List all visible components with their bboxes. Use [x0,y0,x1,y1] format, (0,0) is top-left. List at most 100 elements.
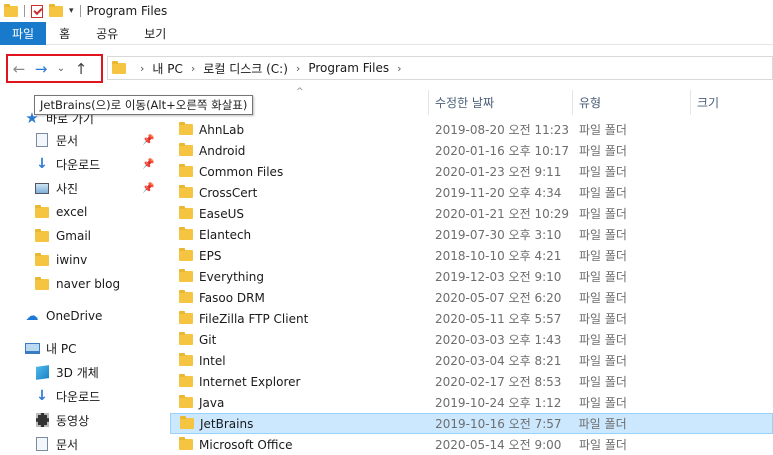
folder-icon [35,276,49,290]
sidebar-item-label: 3D 개체 [56,365,99,380]
file-row[interactable]: Common Files 2020-01-23 오전 9:11 파일 폴더 [170,161,773,182]
sidebar-item-naver-blog[interactable]: naver blog [0,272,160,296]
sidebar-item-documents[interactable]: 문서 📌 [0,128,160,152]
folder-icon [180,416,194,429]
sidebar-item-label: 문서 [56,437,79,452]
sidebar-item-label: 다운로드 [56,389,101,404]
folder-icon [35,228,49,242]
column-header-type[interactable]: 유형 [573,90,691,115]
file-row[interactable]: FileZilla FTP Client 2020-05-11 오후 5:57 파일… [170,308,773,329]
folder-icon [179,227,193,240]
sidebar-item-3d-objects[interactable]: 3D 개체 [0,360,160,384]
back-arrow-icon[interactable]: ← [8,60,30,78]
file-row[interactable]: Microsoft Office 2020-05-14 오전 9:00 파일 폴더 [170,434,773,455]
chevron-right-icon[interactable]: › [191,62,195,75]
sidebar-item-label: iwinv [56,253,88,267]
file-name-cell: FileZilla FTP Client [170,311,429,326]
breadcrumb-program-files[interactable]: Program Files [308,61,389,75]
sidebar-item-pictures[interactable]: 사진 📌 [0,176,160,200]
tab-file[interactable]: 파일 [0,22,47,45]
file-row[interactable]: Git 2020-03-03 오후 1:43 파일 폴더 [170,329,773,350]
forward-tooltip: JetBrains(으)로 이동(Alt+오른쪽 화살표) [34,95,254,115]
sidebar-item-gmail[interactable]: Gmail [0,224,160,248]
file-row[interactable]: Everything 2019-12-03 오전 9:10 파일 폴더 [170,266,773,287]
folder-icon [179,290,193,303]
recent-locations-chevron-icon[interactable]: ⌄ [52,63,70,74]
sidebar-item-label: 사진 [56,181,79,196]
file-row[interactable]: Android 2020-01-16 오후 10:17 파일 폴더 [170,140,773,161]
navigation-pane: ★ 바로 가기 문서 📌 ↓ 다운로드 📌 사진 📌 excel Gmail i… [0,88,160,455]
file-name: Everything [199,269,264,284]
tab-view[interactable]: 보기 [131,22,179,45]
sidebar-item-downloads[interactable]: ↓ 다운로드 📌 [0,152,160,176]
file-type: 파일 폴더 [579,312,627,326]
chevron-right-icon[interactable]: › [296,62,300,75]
file-name: EPS [199,248,222,263]
file-name: Microsoft Office [199,437,293,452]
file-type: 파일 폴더 [579,438,627,452]
forward-arrow-icon[interactable]: → [30,60,52,78]
sidebar-item-this-pc[interactable]: 내 PC [0,336,160,360]
file-row[interactable]: Intel 2020-03-04 오후 8:21 파일 폴더 [170,350,773,371]
file-type: 파일 폴더 [579,123,627,137]
folder-icon [179,143,193,156]
file-modified: 2019-08-20 오전 11:23 [435,123,570,137]
file-type: 파일 폴더 [579,354,627,368]
file-name-cell: Internet Explorer [170,374,429,389]
folder-icon [35,204,49,218]
file-type: 파일 폴더 [579,228,627,242]
chevron-right-icon[interactable]: › [140,62,144,75]
computer-icon [24,342,40,354]
navigation-buttons: ← → ⌄ ↑ [6,54,103,83]
sidebar-item-label: Gmail [56,229,92,243]
file-row[interactable]: JetBrains 2019-10-16 오전 7:57 파일 폴더 [170,413,773,434]
sidebar-item-onedrive[interactable]: ☁ OneDrive [0,304,160,328]
sidebar-item-label: 다운로드 [56,157,101,172]
breadcrumb-local-disk[interactable]: 로컬 디스크 (C:) [203,60,288,77]
navigation-row: ← → ⌄ ↑ › 내 PC › 로컬 디스크 (C:) › Program F… [0,52,773,83]
pin-icon[interactable]: 📌 [142,159,154,170]
column-header-modified[interactable]: 수정한 날짜 [429,90,573,115]
document-icon [36,133,48,147]
file-row[interactable]: Java 2019-10-24 오후 1:12 파일 폴더 [170,392,773,413]
column-header-size[interactable]: 크기 [691,90,773,115]
properties-icon[interactable] [31,4,43,18]
file-name: Elantech [199,227,252,242]
file-row[interactable]: Fasoo DRM 2020-05-07 오전 6:20 파일 폴더 [170,287,773,308]
file-type: 파일 폴더 [579,207,627,221]
file-row[interactable]: AhnLab 2019-08-20 오전 11:23 파일 폴더 [170,119,773,140]
file-name-cell: Intel [170,353,429,368]
pin-icon[interactable]: 📌 [142,183,154,194]
sidebar-item-iwinv[interactable]: iwinv [0,248,160,272]
sidebar-item-pc-downloads[interactable]: ↓ 다운로드 [0,384,160,408]
file-type: 파일 폴더 [579,144,627,158]
sidebar-item-label: 내 PC [46,341,77,356]
customize-toolbar-icon[interactable]: ▾ [69,6,74,16]
file-name-cell: CrossCert [170,185,429,200]
file-name-cell: Elantech [170,227,429,242]
address-bar[interactable]: › 내 PC › 로컬 디스크 (C:) › Program Files › [107,56,773,80]
sidebar-item-excel[interactable]: excel [0,200,160,224]
file-name: Fasoo DRM [199,290,265,305]
tab-share[interactable]: 공유 [83,22,131,45]
file-row[interactable]: CrossCert 2019-11-20 오후 4:34 파일 폴더 [170,182,773,203]
file-modified: 2020-05-07 오전 6:20 [435,291,562,305]
sidebar-item-label: OneDrive [46,309,103,323]
sidebar-item-pc-documents[interactable]: 문서 [0,432,160,455]
file-row[interactable]: EaseUS 2020-01-21 오전 10:29 파일 폴더 [170,203,773,224]
up-arrow-icon[interactable]: ↑ [70,60,92,78]
file-name-cell: Java [170,395,429,410]
breadcrumb-this-pc[interactable]: 내 PC [152,60,182,77]
file-name-cell: JetBrains [171,416,429,431]
file-name-cell: Common Files [170,164,429,179]
chevron-right-icon[interactable]: › [397,62,401,75]
new-folder-icon[interactable] [49,3,63,17]
file-row[interactable]: Elantech 2019-07-30 오후 3:10 파일 폴더 [170,224,773,245]
tab-home[interactable]: 홈 [46,22,83,45]
file-type: 파일 폴더 [579,249,627,263]
pin-icon[interactable]: 📌 [142,135,154,146]
file-row[interactable]: Internet Explorer 2020-02-17 오전 8:53 파일 폴더 [170,371,773,392]
sidebar-item-videos[interactable]: 동영상 [0,408,160,432]
file-row[interactable]: EPS 2018-10-10 오후 4:21 파일 폴더 [170,245,773,266]
file-type: 파일 폴더 [578,417,627,431]
